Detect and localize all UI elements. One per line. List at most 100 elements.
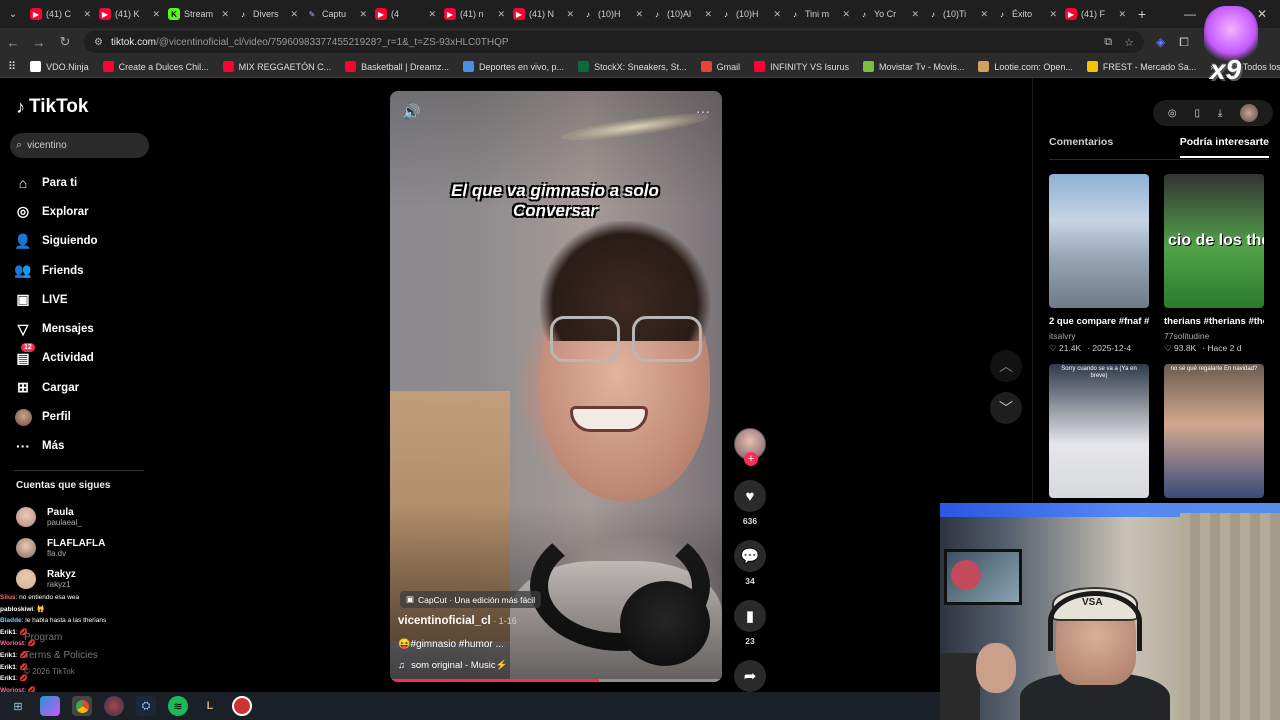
- video-progress-bar[interactable]: [390, 679, 722, 682]
- bookmark-item[interactable]: MIX REGGAETÓN C...: [222, 61, 331, 72]
- chrome-icon[interactable]: [72, 696, 92, 716]
- browser-tab[interactable]: ♪ Divers ✕: [233, 0, 302, 28]
- league-icon[interactable]: L: [200, 696, 220, 716]
- close-tab-icon[interactable]: ✕: [980, 9, 988, 20]
- suggested-video-card[interactable]: 2 que compare #fnaf #foxyfnaf... itsalvry…: [1049, 174, 1149, 354]
- apps-grid-icon[interactable]: ⠿: [8, 60, 16, 73]
- nav-item[interactable]: ▽ Mensajes: [14, 314, 154, 343]
- share-button[interactable]: ➦: [734, 660, 766, 692]
- nav-item[interactable]: ◎ Explorar: [14, 197, 154, 226]
- close-tab-icon[interactable]: ✕: [359, 9, 367, 20]
- extension-shield-icon[interactable]: ◈: [1156, 35, 1165, 50]
- download-icon[interactable]: ⤓: [1218, 108, 1222, 119]
- bookmark-item[interactable]: Basketball | Dreamz...: [345, 61, 449, 72]
- browser-tab[interactable]: ✎ Captu ✕: [302, 0, 371, 28]
- close-tab-icon[interactable]: ✕: [290, 9, 298, 20]
- bookmark-item[interactable]: VDO.Ninja: [30, 61, 89, 72]
- tab-comments[interactable]: Comentarios: [1049, 136, 1113, 158]
- following-account[interactable]: Paula paulaeal_: [16, 501, 156, 532]
- video-music[interactable]: ♫ som original - Music⚡: [398, 660, 507, 671]
- close-tab-icon[interactable]: ✕: [842, 9, 850, 20]
- back-icon[interactable]: ←: [6, 35, 20, 50]
- browser-tab[interactable]: ♪ Tini m ✕: [785, 0, 854, 28]
- like-button[interactable]: ♥: [734, 480, 766, 512]
- tab-may-interest[interactable]: Podría interesarte: [1179, 136, 1269, 158]
- close-tab-icon[interactable]: ✕: [566, 9, 574, 20]
- nav-item[interactable]: 👤 Siguiendo: [14, 227, 154, 256]
- browser-tab[interactable]: ♪ (10)H ✕: [578, 0, 647, 28]
- following-account[interactable]: Rakyz rakyz1: [16, 563, 156, 594]
- close-tab-icon[interactable]: ✕: [1118, 9, 1126, 20]
- close-tab-icon[interactable]: ✕: [152, 9, 160, 20]
- close-tab-icon[interactable]: ✕: [911, 9, 919, 20]
- nav-item[interactable]: ⊞ Cargar: [14, 373, 154, 402]
- install-app-icon[interactable]: ⧉: [1104, 36, 1112, 49]
- browser-tab[interactable]: ♪ (10)Al ✕: [647, 0, 716, 28]
- follow-plus-icon[interactable]: +: [744, 452, 758, 466]
- app-icon[interactable]: [104, 696, 124, 716]
- video-thumbnail[interactable]: [1049, 174, 1149, 308]
- browser-tab[interactable]: ▶ (41) n ✕: [440, 0, 509, 28]
- card-author[interactable]: itsalvry: [1049, 331, 1149, 341]
- search-box[interactable]: ⌕: [10, 133, 149, 158]
- bookmark-item[interactable]: FREST - Mercado Sa...: [1086, 61, 1196, 72]
- close-tab-icon[interactable]: ✕: [704, 9, 712, 20]
- browser-tab[interactable]: ▶ (4 ✕: [371, 0, 440, 28]
- bookmark-item[interactable]: INFINITY VS Isurus: [754, 61, 849, 72]
- volume-icon[interactable]: 🔊: [402, 103, 421, 121]
- new-tab-button[interactable]: +: [1130, 6, 1154, 22]
- browser-tab[interactable]: ♪ Éxito ✕: [992, 0, 1061, 28]
- url-field[interactable]: ⚙ tiktok.com/@vicentinoficial_cl/video/7…: [84, 31, 1144, 53]
- suggested-video-card[interactable]: no sé qué regalarte En navidad?: [1164, 364, 1264, 498]
- obs-icon[interactable]: [232, 696, 252, 716]
- nav-item[interactable]: Perfil: [14, 402, 154, 431]
- tiktok-logo[interactable]: ♪ TikTok: [16, 96, 88, 118]
- tab-search-chevron-icon[interactable]: ⌄: [0, 9, 26, 20]
- windows-start-icon[interactable]: ⊞: [8, 696, 28, 716]
- device-icon[interactable]: ▯: [1194, 108, 1200, 119]
- browser-tab[interactable]: ▶ (41) K ✕: [95, 0, 164, 28]
- browser-tab[interactable]: ▶ (41) N ✕: [509, 0, 578, 28]
- nav-item[interactable]: ··· Más: [14, 432, 154, 461]
- video-thumbnail[interactable]: Sorry cuando se va a (Ya en breve): [1049, 364, 1149, 498]
- extensions-puzzle-icon[interactable]: ⧠: [1179, 35, 1189, 50]
- capcut-badge[interactable]: ▣ CapCut · Una edición más fácil: [400, 591, 542, 608]
- creator-avatar[interactable]: +: [734, 428, 766, 466]
- user-avatar[interactable]: [1240, 104, 1259, 122]
- close-tab-icon[interactable]: ✕: [773, 9, 781, 20]
- close-tab-icon[interactable]: ✕: [221, 9, 229, 20]
- previous-video-button[interactable]: ︿: [990, 350, 1022, 382]
- coins-icon[interactable]: ◎: [1168, 108, 1177, 119]
- next-video-button[interactable]: ﹀: [990, 392, 1022, 424]
- bookmark-item[interactable]: Deportes en vivo, p...: [463, 61, 564, 72]
- reload-icon[interactable]: ↻: [58, 34, 72, 50]
- browser-tab[interactable]: ♪ (10)H ✕: [716, 0, 785, 28]
- steam-icon[interactable]: ⛭: [136, 696, 156, 716]
- nav-item[interactable]: ⌂ Para ti: [14, 168, 154, 197]
- following-account[interactable]: FLAFLAFLA fla.dv: [16, 532, 156, 563]
- suggested-video-card[interactable]: cio de los the therians #therians #theria…: [1164, 174, 1264, 354]
- video-thumbnail[interactable]: no sé qué regalarte En navidad?: [1164, 364, 1264, 498]
- nav-item[interactable]: 👥 Friends: [14, 256, 154, 285]
- close-tab-icon[interactable]: ✕: [1049, 9, 1057, 20]
- browser-tab[interactable]: ♪ (10)Ti ✕: [923, 0, 992, 28]
- more-options-icon[interactable]: ···: [696, 103, 710, 119]
- browser-tab[interactable]: ♪ Yo Cr ✕: [854, 0, 923, 28]
- browser-tab[interactable]: ▶ (41) F ✕: [1061, 0, 1130, 28]
- bookmark-item[interactable]: Movistar Tv - Movis...: [862, 61, 964, 72]
- comment-button[interactable]: 💬: [734, 540, 766, 572]
- card-author[interactable]: 77solitudine: [1164, 331, 1264, 341]
- bookmark-item[interactable]: StockX: Sneakers, St...: [578, 61, 687, 72]
- nav-item[interactable]: ▤ 12 Actividad: [14, 343, 154, 373]
- spotify-icon[interactable]: ≋: [168, 696, 188, 716]
- browser-tab[interactable]: K Stream ✕: [164, 0, 233, 28]
- video-author[interactable]: vicentinoficial_cl · 1-16: [398, 615, 517, 627]
- bookmark-item[interactable]: Lootie.com: Open...: [978, 61, 1073, 72]
- video-thumbnail[interactable]: cio de los the: [1164, 174, 1264, 308]
- bookmark-star-icon[interactable]: ☆: [1124, 36, 1134, 49]
- search-icon[interactable]: ⌕: [16, 139, 22, 152]
- save-button[interactable]: ▮: [734, 600, 766, 632]
- close-tab-icon[interactable]: ✕: [497, 9, 505, 20]
- card-title[interactable]: therians #therians #theriansoftikto...: [1164, 315, 1264, 329]
- bookmark-item[interactable]: Gmail: [700, 61, 740, 72]
